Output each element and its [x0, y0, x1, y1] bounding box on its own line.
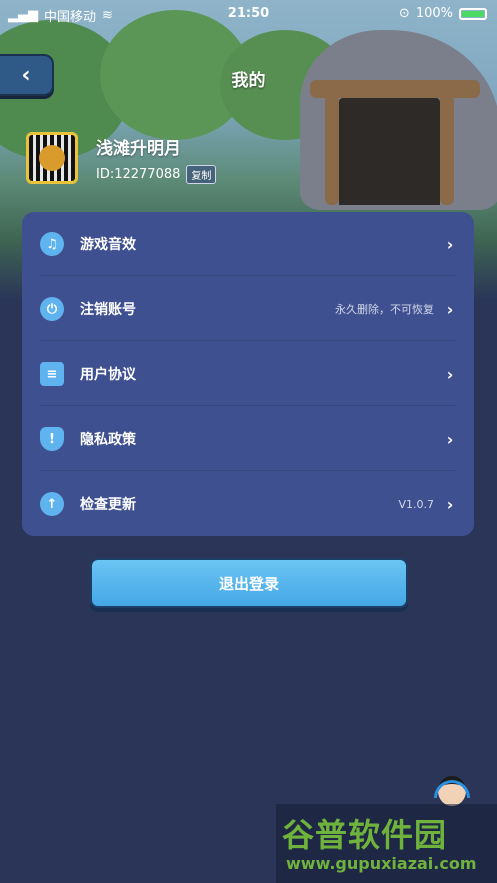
menu-item-label: 用户协议: [80, 367, 136, 383]
rotation-lock-icon: ⊙: [398, 6, 410, 21]
copy-id-button[interactable]: 复制: [186, 165, 217, 184]
divider: [40, 275, 456, 276]
music-icon: ♫: [40, 232, 64, 256]
shield-icon: !: [40, 427, 64, 451]
menu-item-value: 永久删除，不可恢复: [335, 303, 434, 316]
arrow-up-icon: ↑: [40, 492, 64, 516]
chevron-right-icon: ›: [446, 299, 454, 319]
chevron-right-icon: ›: [446, 364, 454, 384]
document-icon: ≡: [40, 362, 64, 386]
divider: [40, 405, 456, 406]
user-id: ID:12277088: [96, 167, 181, 182]
menu-item-delete-account[interactable]: ⏻ 注销账号 永久删除，不可恢复 ›: [40, 277, 456, 341]
menu-item-label: 隐私政策: [80, 432, 136, 448]
divider: [40, 470, 456, 471]
menu-item-label: 注销账号: [80, 302, 136, 318]
menu-item-check-update[interactable]: ↑ 检查更新 V1.0.7 ›: [40, 472, 456, 536]
logout-button[interactable]: 退出登录: [90, 558, 408, 608]
status-bar: ▂▄▆ 中国移动 ≋ 21:50 ⊙ 100%: [0, 0, 497, 28]
chevron-right-icon: ›: [446, 234, 454, 254]
battery-icon: [459, 7, 487, 20]
chevron-right-icon: ›: [446, 429, 454, 449]
app-version: V1.0.7: [398, 497, 434, 511]
menu-item-sound[interactable]: ♫ 游戏音效 ›: [40, 212, 456, 276]
menu-item-label: 检查更新: [80, 497, 136, 513]
settings-menu: ♫ 游戏音效 › ⏻ 注销账号 永久删除，不可恢复 › ≡ 用户协议 › ! 隐…: [22, 212, 474, 536]
menu-item-user-agreement[interactable]: ≡ 用户协议 ›: [40, 342, 456, 406]
menu-item-privacy-policy[interactable]: ! 隐私政策 ›: [40, 407, 456, 471]
watermark-title: 谷普软件园: [282, 816, 448, 854]
watermark-url: www.gupuxiazai.com: [286, 854, 477, 873]
power-icon: ⏻: [40, 297, 64, 321]
watermark: 谷普软件园 www.gupuxiazai.com: [276, 804, 497, 883]
chevron-right-icon: ›: [446, 494, 454, 514]
divider: [40, 340, 456, 341]
menu-item-label: 游戏音效: [80, 237, 136, 253]
nickname: 浅滩升明月: [96, 139, 181, 159]
page-title: 我的: [231, 71, 266, 91]
battery-percent: 100%: [415, 6, 453, 21]
avatar: [26, 132, 78, 184]
tiger-avatar-icon: [39, 145, 65, 171]
